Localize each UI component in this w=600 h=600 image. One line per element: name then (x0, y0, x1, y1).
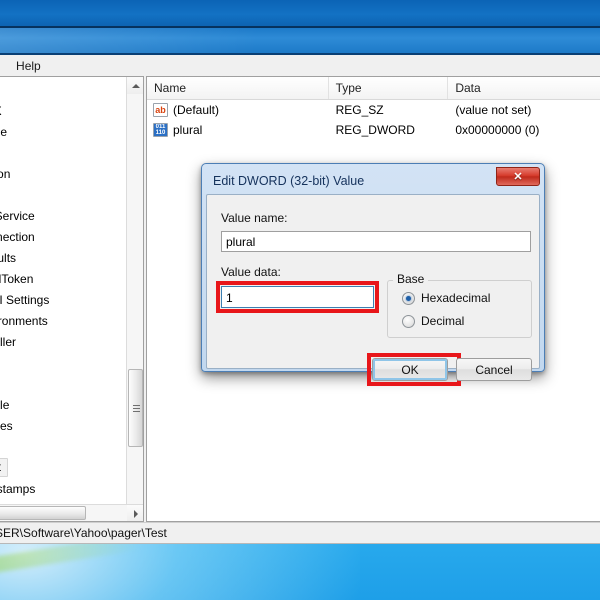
table-row[interactable]: (Default) REG_SZ (value not set) (147, 100, 600, 120)
values-list-body: (Default) REG_SZ (value not set) plural REG_… (147, 100, 600, 140)
menu-item-favorites[interactable]: avorites (0, 57, 7, 75)
radio-decimal-label: Decimal (421, 314, 465, 328)
scroll-up-button[interactable] (127, 77, 143, 94)
edit-dword-dialog: Edit DWORD (32-bit) Value ✕ Value name: … (201, 163, 545, 386)
radio-decimal[interactable]: Decimal (402, 314, 464, 328)
base-groupbox-label: Base (393, 272, 429, 286)
tree-item-label: Connection (0, 229, 35, 244)
tree-item-label: timestamps (0, 481, 36, 496)
dialog-title: Edit DWORD (32-bit) Value (213, 174, 365, 188)
tree-item[interactable]: profiles (0, 415, 105, 436)
column-header-data[interactable]: Data (448, 77, 600, 99)
value-data-cell: 0x00000000 (0) (455, 123, 540, 137)
column-header-type[interactable]: Type (329, 77, 449, 99)
string-value-icon (153, 103, 168, 117)
value-name-input[interactable]: plural (221, 231, 531, 252)
tree-item[interactable]: Locale (0, 394, 105, 415)
window-titlebar-strip (0, 28, 600, 53)
value-type-cell: REG_SZ (335, 103, 384, 117)
tree-item-label: IMVironments (0, 313, 48, 328)
chevron-right-icon (133, 509, 138, 518)
tree-item[interactable]: FeedToken (0, 268, 105, 289)
tree-horizontal-scrollbar-thumb[interactable] (0, 506, 86, 520)
tree-vertical-scrollbar-thumb[interactable] (128, 369, 143, 447)
menu-item-help[interactable]: Help (7, 57, 50, 75)
radio-hexadecimal[interactable]: Hexadecimal (402, 291, 490, 305)
tree-item[interactable]: IM UI Settings (0, 289, 105, 310)
column-header-name[interactable]: Name (147, 77, 329, 99)
tree-item[interactable]: List (0, 373, 105, 394)
value-name-cell: (Default) (147, 103, 329, 117)
values-column-header: Name Type Data (147, 77, 600, 100)
value-name-label: Value name: (221, 211, 288, 225)
radio-selected-icon (402, 291, 415, 305)
tree-item-label: profiles (0, 418, 13, 433)
tree-item-label: FeedToken (0, 271, 34, 286)
chevron-up-icon (131, 83, 140, 88)
value-name-cell: plural (147, 123, 329, 137)
table-row[interactable]: plural REG_DWORD 0x00000000 (0) (147, 120, 600, 140)
value-type-cell: REG_DWORD (335, 123, 415, 137)
radio-hexadecimal-label: Hexadecimal (421, 291, 491, 305)
menu-bar: avorites Help (0, 55, 600, 76)
tree-item[interactable]: IMVironments (0, 310, 105, 331)
tree-vertical-scrollbar[interactable] (126, 77, 143, 521)
tree-item-label: CallService (0, 208, 35, 223)
tree-item-label: Companion (0, 166, 11, 181)
ok-button[interactable]: OK (372, 358, 448, 381)
tree-item[interactable]: SMS (0, 436, 105, 457)
dialog-body: Value name: plural Value data: 1 Base He… (206, 194, 540, 386)
desktop-band-upper (0, 0, 600, 26)
value-data-cell: (value not set) (455, 103, 532, 117)
base-groupbox (387, 280, 532, 338)
tree-item-label: Test (0, 458, 9, 477)
value-name-text: (Default) (173, 103, 220, 117)
tree-item-label: Locale (0, 397, 10, 412)
tree-item-label: Lang (0, 357, 1, 369)
tree-item[interactable]: Installer (0, 331, 105, 352)
close-icon[interactable]: ✕ (496, 167, 540, 186)
tree-item-label: defaults (0, 250, 17, 265)
tree-item[interactable]: timestamps (0, 478, 105, 499)
value-data-input[interactable]: 1 (221, 286, 374, 308)
tree-item[interactable]: defaults (0, 247, 105, 268)
value-name-text: plural (173, 123, 203, 137)
tree-item[interactable]: nRAR (0, 79, 105, 100)
tree-item[interactable]: Connection (0, 226, 105, 247)
tree-item[interactable]: Lang (0, 352, 105, 373)
value-data-label: Value data: (221, 265, 281, 279)
registry-tree-list: nRAR nRAR SFX w6432Node hoo Companion pager Ca… (0, 79, 105, 521)
tree-item[interactable]: CallService (0, 205, 105, 226)
tree-item[interactable]: pager (0, 184, 105, 205)
tree-item[interactable]: Test (0, 457, 105, 478)
screen: avorites Help nRAR nRAR SFX w6432Node hoo Co… (0, 0, 600, 600)
cancel-button[interactable]: Cancel (456, 358, 532, 381)
tree-item-label: nRAR SFX (0, 105, 2, 117)
tree-horizontal-scrollbar[interactable] (0, 504, 143, 521)
radio-unselected-icon (402, 314, 415, 328)
status-bar: RENT_USER\Software\Yahoo\pager\Test (0, 522, 600, 543)
tree-item[interactable]: hoo (0, 142, 105, 163)
tree-item-label: Installer (0, 334, 17, 349)
dword-value-icon (153, 123, 168, 137)
registry-tree-pane[interactable]: nRAR nRAR SFX w6432Node hoo Companion pager Ca… (0, 76, 144, 522)
tree-item[interactable]: w6432Node (0, 121, 105, 142)
tree-item[interactable]: nRAR SFX (0, 100, 105, 121)
tree-item[interactable]: Companion (0, 163, 105, 184)
tree-item-label: IM UI Settings (0, 292, 50, 307)
tree-item-label: w6432Node (0, 124, 8, 139)
scroll-right-button[interactable] (127, 505, 143, 521)
dialog-titlebar[interactable]: Edit DWORD (32-bit) Value ✕ (206, 167, 540, 194)
